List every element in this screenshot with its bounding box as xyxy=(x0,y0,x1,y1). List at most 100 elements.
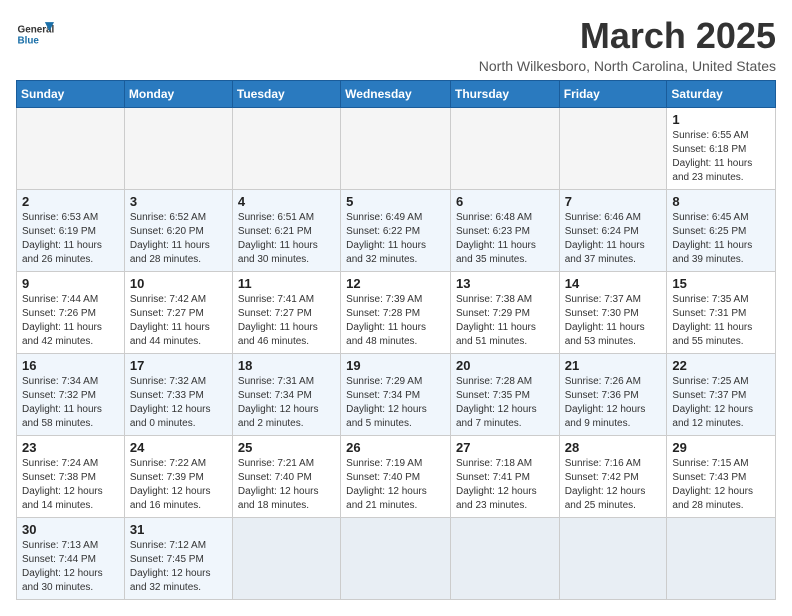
day-info: Sunrise: 6:52 AM Sunset: 6:20 PM Dayligh… xyxy=(130,211,227,267)
calendar-week-row: 1 Sunrise: 6:55 AM Sunset: 6:18 PM Daylig… xyxy=(17,107,776,189)
calendar-day-cell: 11 Sunrise: 7:41 AM Sunset: 7:27 PM Dayli… xyxy=(232,271,340,353)
day-number: 31 xyxy=(130,522,227,537)
day-info: Sunrise: 6:48 AM Sunset: 6:23 PM Dayligh… xyxy=(456,211,554,267)
calendar-header-row: SundayMondayTuesdayWednesdayThursdayFrid… xyxy=(17,80,776,107)
day-number: 2 xyxy=(22,194,119,209)
day-info: Sunrise: 7:21 AM Sunset: 7:40 PM Dayligh… xyxy=(238,457,335,513)
day-info: Sunrise: 7:19 AM Sunset: 7:40 PM Dayligh… xyxy=(346,457,445,513)
calendar-day-cell: 3 Sunrise: 6:52 AM Sunset: 6:20 PM Daylig… xyxy=(124,189,232,271)
day-info: Sunrise: 7:44 AM Sunset: 7:26 PM Dayligh… xyxy=(22,293,119,349)
day-info: Sunrise: 6:51 AM Sunset: 6:21 PM Dayligh… xyxy=(238,211,335,267)
day-info: Sunrise: 7:22 AM Sunset: 7:39 PM Dayligh… xyxy=(130,457,227,513)
day-number: 22 xyxy=(672,358,770,373)
day-info: Sunrise: 6:49 AM Sunset: 6:22 PM Dayligh… xyxy=(346,211,445,267)
logo: General Blue xyxy=(16,16,54,54)
calendar-day-cell xyxy=(341,107,451,189)
calendar-day-cell: 25Sunrise: 7:21 AM Sunset: 7:40 PM Dayli… xyxy=(232,435,340,517)
calendar-day-cell: 18 Sunrise: 7:31 AM Sunset: 7:34 PM Dayli… xyxy=(232,353,340,435)
calendar-day-cell: 10Sunrise: 7:42 AM Sunset: 7:27 PM Dayli… xyxy=(124,271,232,353)
day-number: 1 xyxy=(672,112,770,127)
calendar-day-cell: 4 Sunrise: 6:51 AM Sunset: 6:21 PM Daylig… xyxy=(232,189,340,271)
calendar-day-cell xyxy=(667,517,776,599)
day-number: 8 xyxy=(672,194,770,209)
day-info: Sunrise: 7:35 AM Sunset: 7:31 PM Dayligh… xyxy=(672,293,770,349)
day-number: 7 xyxy=(565,194,662,209)
calendar-day-cell xyxy=(232,107,340,189)
day-info: Sunrise: 7:24 AM Sunset: 7:38 PM Dayligh… xyxy=(22,457,119,513)
day-number: 23 xyxy=(22,440,119,455)
calendar-day-cell: 5 Sunrise: 6:49 AM Sunset: 6:22 PM Daylig… xyxy=(341,189,451,271)
day-number: 18 xyxy=(238,358,335,373)
day-info: Sunrise: 7:41 AM Sunset: 7:27 PM Dayligh… xyxy=(238,293,335,349)
calendar-week-row: 2Sunrise: 6:53 AM Sunset: 6:19 PM Daylig… xyxy=(17,189,776,271)
day-number: 19 xyxy=(346,358,445,373)
day-of-week-header: Thursday xyxy=(450,80,559,107)
calendar-day-cell: 24 Sunrise: 7:22 AM Sunset: 7:39 PM Dayli… xyxy=(124,435,232,517)
day-info: Sunrise: 7:28 AM Sunset: 7:35 PM Dayligh… xyxy=(456,375,554,431)
day-info: Sunrise: 7:29 AM Sunset: 7:34 PM Dayligh… xyxy=(346,375,445,431)
day-number: 16 xyxy=(22,358,119,373)
day-info: Sunrise: 7:26 AM Sunset: 7:36 PM Dayligh… xyxy=(565,375,662,431)
day-info: Sunrise: 7:31 AM Sunset: 7:34 PM Dayligh… xyxy=(238,375,335,431)
calendar-day-cell: 13Sunrise: 7:38 AM Sunset: 7:29 PM Dayli… xyxy=(450,271,559,353)
calendar-day-cell: 28 Sunrise: 7:16 AM Sunset: 7:42 PM Dayli… xyxy=(559,435,667,517)
calendar-day-cell xyxy=(559,107,667,189)
calendar-day-cell: 31Sunrise: 7:12 AM Sunset: 7:45 PM Dayli… xyxy=(124,517,232,599)
day-number: 24 xyxy=(130,440,227,455)
calendar-day-cell: 29Sunrise: 7:15 AM Sunset: 7:43 PM Dayli… xyxy=(667,435,776,517)
calendar-day-cell xyxy=(124,107,232,189)
day-info: Sunrise: 7:32 AM Sunset: 7:33 PM Dayligh… xyxy=(130,375,227,431)
day-of-week-header: Sunday xyxy=(17,80,125,107)
day-of-week-header: Saturday xyxy=(667,80,776,107)
month-year-title: March 2025 xyxy=(479,16,776,56)
day-number: 27 xyxy=(456,440,554,455)
calendar-day-cell: 16Sunrise: 7:34 AM Sunset: 7:32 PM Dayli… xyxy=(17,353,125,435)
calendar-day-cell xyxy=(450,107,559,189)
day-number: 13 xyxy=(456,276,554,291)
day-number: 30 xyxy=(22,522,119,537)
day-info: Sunrise: 7:37 AM Sunset: 7:30 PM Dayligh… xyxy=(565,293,662,349)
calendar-day-cell xyxy=(232,517,340,599)
calendar-day-cell: 14 Sunrise: 7:37 AM Sunset: 7:30 PM Dayli… xyxy=(559,271,667,353)
day-number: 28 xyxy=(565,440,662,455)
calendar-day-cell: 6 Sunrise: 6:48 AM Sunset: 6:23 PM Daylig… xyxy=(450,189,559,271)
page-header: General Blue March 2025 North Wilkesboro… xyxy=(16,16,776,74)
calendar-day-cell: 20 Sunrise: 7:28 AM Sunset: 7:35 PM Dayli… xyxy=(450,353,559,435)
day-number: 15 xyxy=(672,276,770,291)
day-of-week-header: Tuesday xyxy=(232,80,340,107)
day-info: Sunrise: 7:16 AM Sunset: 7:42 PM Dayligh… xyxy=(565,457,662,513)
day-number: 26 xyxy=(346,440,445,455)
calendar-table: SundayMondayTuesdayWednesdayThursdayFrid… xyxy=(16,80,776,600)
day-number: 29 xyxy=(672,440,770,455)
calendar-day-cell: 9Sunrise: 7:44 AM Sunset: 7:26 PM Daylig… xyxy=(17,271,125,353)
day-of-week-header: Friday xyxy=(559,80,667,107)
calendar-day-cell: 8 Sunrise: 6:45 AM Sunset: 6:25 PM Daylig… xyxy=(667,189,776,271)
calendar-week-row: 23 Sunrise: 7:24 AM Sunset: 7:38 PM Dayli… xyxy=(17,435,776,517)
day-of-week-header: Monday xyxy=(124,80,232,107)
location-subtitle: North Wilkesboro, North Carolina, United… xyxy=(479,58,776,74)
day-number: 20 xyxy=(456,358,554,373)
day-number: 14 xyxy=(565,276,662,291)
calendar-day-cell xyxy=(450,517,559,599)
day-info: Sunrise: 6:45 AM Sunset: 6:25 PM Dayligh… xyxy=(672,211,770,267)
title-block: March 2025 North Wilkesboro, North Carol… xyxy=(479,16,776,74)
calendar-day-cell xyxy=(341,517,451,599)
day-number: 3 xyxy=(130,194,227,209)
calendar-day-cell: 12Sunrise: 7:39 AM Sunset: 7:28 PM Dayli… xyxy=(341,271,451,353)
calendar-week-row: 30Sunrise: 7:13 AM Sunset: 7:44 PM Dayli… xyxy=(17,517,776,599)
day-info: Sunrise: 7:39 AM Sunset: 7:28 PM Dayligh… xyxy=(346,293,445,349)
calendar-day-cell: 1 Sunrise: 6:55 AM Sunset: 6:18 PM Daylig… xyxy=(667,107,776,189)
calendar-day-cell: 22Sunrise: 7:25 AM Sunset: 7:37 PM Dayli… xyxy=(667,353,776,435)
day-number: 11 xyxy=(238,276,335,291)
calendar-day-cell: 26 Sunrise: 7:19 AM Sunset: 7:40 PM Dayli… xyxy=(341,435,451,517)
day-of-week-header: Wednesday xyxy=(341,80,451,107)
calendar-day-cell: 15 Sunrise: 7:35 AM Sunset: 7:31 PM Dayli… xyxy=(667,271,776,353)
day-info: Sunrise: 6:55 AM Sunset: 6:18 PM Dayligh… xyxy=(672,129,770,185)
calendar-week-row: 16Sunrise: 7:34 AM Sunset: 7:32 PM Dayli… xyxy=(17,353,776,435)
calendar-day-cell: 30Sunrise: 7:13 AM Sunset: 7:44 PM Dayli… xyxy=(17,517,125,599)
day-number: 5 xyxy=(346,194,445,209)
day-number: 4 xyxy=(238,194,335,209)
day-number: 6 xyxy=(456,194,554,209)
day-number: 10 xyxy=(130,276,227,291)
day-info: Sunrise: 6:46 AM Sunset: 6:24 PM Dayligh… xyxy=(565,211,662,267)
